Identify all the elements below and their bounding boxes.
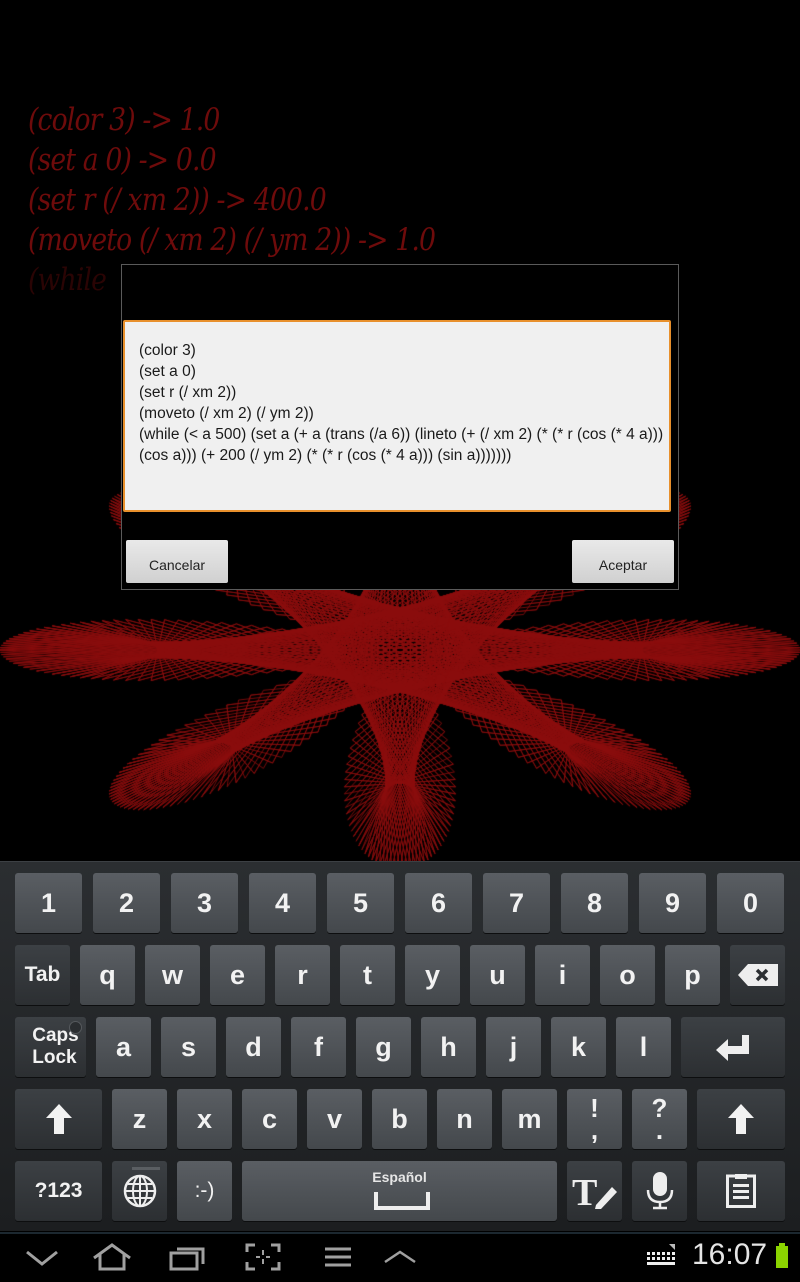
key-p[interactable]: p (665, 945, 720, 1005)
recent-apps-icon[interactable] (168, 1242, 208, 1272)
key-l[interactable]: l (616, 1017, 671, 1077)
shift-key-right[interactable] (697, 1089, 785, 1149)
space-icon (374, 1192, 430, 1210)
symbols-key[interactable]: ?123 (15, 1161, 102, 1221)
key-t[interactable]: t (340, 945, 395, 1005)
hide-keyboard-icon[interactable] (22, 1242, 62, 1272)
backspace-key[interactable] (730, 945, 785, 1005)
key-s[interactable]: s (161, 1017, 216, 1077)
key-o[interactable]: o (600, 945, 655, 1005)
key-3[interactable]: 3 (171, 873, 238, 933)
accept-button[interactable]: Aceptar (572, 540, 674, 583)
clipboard-key[interactable] (697, 1161, 785, 1221)
key-n[interactable]: n (437, 1089, 492, 1149)
key-z[interactable]: z (112, 1089, 167, 1149)
console-line-text: (while (28, 262, 107, 298)
key-a[interactable]: a (96, 1017, 151, 1077)
space-key[interactable]: Español (242, 1161, 557, 1221)
battery-icon (776, 1243, 788, 1268)
caps-lock-key[interactable]: Caps Lock (15, 1017, 86, 1077)
key-d[interactable]: d (226, 1017, 281, 1077)
caps-indicator-icon (69, 1021, 82, 1034)
clipboard-icon (726, 1174, 756, 1208)
key-4[interactable]: 4 (249, 873, 316, 933)
svg-text:T: T (572, 1173, 597, 1209)
key-0[interactable]: 0 (717, 873, 784, 933)
key-u[interactable]: u (470, 945, 525, 1005)
key-m[interactable]: m (502, 1089, 557, 1149)
key-v[interactable]: v (307, 1089, 362, 1149)
key-1[interactable]: 1 (15, 873, 82, 933)
handwriting-key[interactable]: T (567, 1161, 622, 1221)
key-5[interactable]: 5 (327, 873, 394, 933)
key-y[interactable]: y (405, 945, 460, 1005)
key-c[interactable]: c (242, 1089, 297, 1149)
key-question-period[interactable]: ? . (632, 1089, 687, 1149)
language-key[interactable] (112, 1161, 167, 1221)
key-g[interactable]: g (356, 1017, 411, 1077)
key-6[interactable]: 6 (405, 873, 472, 933)
key-w[interactable]: w (145, 945, 200, 1005)
key-q[interactable]: q (80, 945, 135, 1005)
keyboard-status-icon (647, 1244, 675, 1265)
key-7[interactable]: 7 (483, 873, 550, 933)
console-line: (set a 0) -> 0.0 (28, 142, 217, 178)
caps-label-line: Lock (32, 1047, 77, 1068)
home-icon[interactable] (92, 1242, 132, 1272)
space-key-label: Español (372, 1169, 427, 1185)
shift-key-left[interactable] (15, 1089, 102, 1149)
console-line: (color 3) -> 1.0 (28, 102, 220, 138)
system-nav-bar (0, 1232, 800, 1282)
console-line: (set r (/ xm 2)) -> 400.0 (28, 182, 327, 218)
key-r[interactable]: r (275, 945, 330, 1005)
tab-key[interactable]: Tab (15, 945, 70, 1005)
enter-key[interactable] (681, 1017, 785, 1077)
microphone-icon (646, 1172, 673, 1210)
shift-arrow-icon (45, 1104, 72, 1134)
key-b[interactable]: b (372, 1089, 427, 1149)
key-j[interactable]: j (486, 1017, 541, 1077)
globe-icon (123, 1174, 156, 1208)
cancel-button[interactable]: Cancelar (126, 540, 228, 583)
key-9[interactable]: 9 (639, 873, 706, 933)
menu-icon[interactable] (318, 1242, 358, 1272)
shift-arrow-icon (728, 1104, 754, 1134)
key-2[interactable]: 2 (93, 873, 160, 933)
key-i[interactable]: i (535, 945, 590, 1005)
code-dialog: (color 3) (set a 0) (set r (/ xm 2)) (mo… (121, 264, 679, 590)
on-screen-keyboard: 1 2 3 4 5 6 7 8 9 0 Tab q w e r t y u i … (0, 861, 800, 1231)
status-clock: 16:07 (692, 1238, 768, 1271)
backspace-icon (737, 964, 778, 986)
key-k[interactable]: k (551, 1017, 606, 1077)
key-f[interactable]: f (291, 1017, 346, 1077)
key-exclaim-comma[interactable]: ! , (567, 1089, 622, 1149)
key-x[interactable]: x (177, 1089, 232, 1149)
text-edit-pen-icon: T (572, 1173, 617, 1209)
mini-apps-tray-icon[interactable] (380, 1242, 420, 1272)
key-bottom-char: , (590, 1115, 599, 1145)
key-e[interactable]: e (210, 945, 265, 1005)
voice-input-key[interactable] (632, 1161, 687, 1221)
language-key-indicator (132, 1167, 160, 1170)
emoticon-key[interactable]: :-) (177, 1161, 232, 1221)
key-8[interactable]: 8 (561, 873, 628, 933)
key-h[interactable]: h (421, 1017, 476, 1077)
console-line: (moveto (/ xm 2) (/ ym 2)) -> 1.0 (28, 222, 436, 258)
screenshot-icon[interactable] (243, 1242, 283, 1272)
key-bottom-char: . (655, 1115, 664, 1145)
enter-icon (716, 1035, 749, 1061)
code-editor-input[interactable]: (color 3) (set a 0) (set r (/ xm 2)) (mo… (123, 320, 671, 512)
